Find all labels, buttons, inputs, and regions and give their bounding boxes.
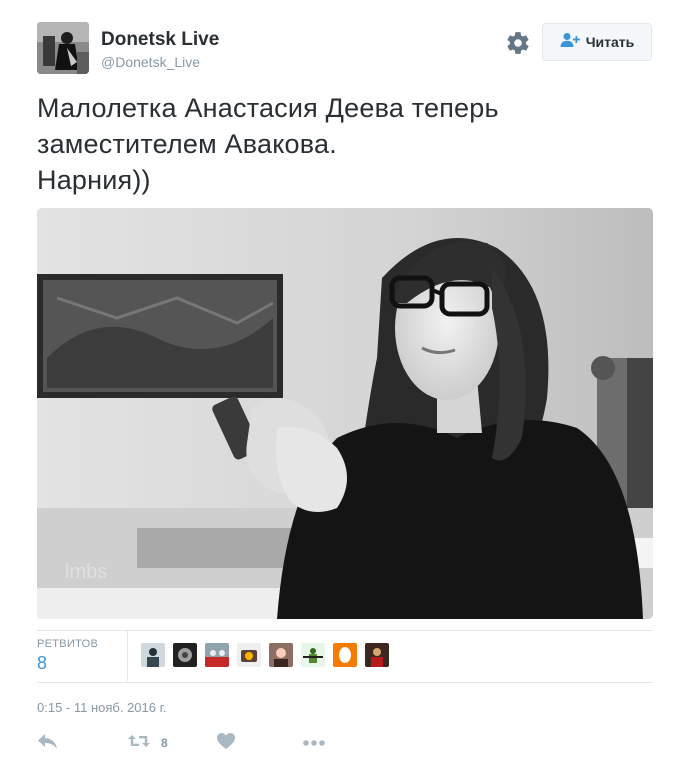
retweeter-avatar[interactable] — [237, 643, 261, 667]
retweets-label: РЕТВИТОВ — [37, 638, 99, 650]
more-icon — [302, 734, 326, 752]
person-add-icon — [560, 32, 580, 53]
retweeter-avatar[interactable] — [205, 643, 229, 667]
like-button[interactable] — [216, 732, 236, 755]
retweeter-avatar[interactable] — [301, 643, 325, 667]
display-name[interactable]: Donetsk Live — [101, 29, 219, 51]
reply-icon — [37, 732, 59, 755]
photo-watermark: lmbs — [65, 561, 107, 583]
tweet-timestamp[interactable]: 0:15 - 11 нояб. 2016 г. — [37, 700, 166, 715]
more-button[interactable] — [302, 733, 326, 753]
screen-name[interactable]: @Donetsk_Live — [101, 54, 200, 70]
tweet-text: Малолетка Анастасия Деева теперь замести… — [37, 93, 499, 195]
retweeter-avatar[interactable] — [141, 643, 165, 667]
retweets-count[interactable]: 8 — [37, 653, 47, 674]
retweeter-avatars — [141, 643, 389, 667]
retweet-icon — [127, 732, 151, 755]
follow-button[interactable]: Читать — [542, 23, 652, 61]
stats-top-divider — [37, 630, 653, 631]
retweet-count: 8 — [161, 736, 168, 750]
retweeter-avatar[interactable] — [269, 643, 293, 667]
retweeter-avatar[interactable] — [173, 643, 197, 667]
reply-button[interactable] — [37, 733, 59, 753]
tweet-photo[interactable]: lmbs — [37, 208, 653, 619]
retweet-button[interactable]: 8 — [127, 733, 168, 753]
heart-icon — [216, 732, 236, 755]
follow-label: Читать — [585, 34, 635, 50]
stats-separator — [127, 631, 128, 681]
retweeter-avatar[interactable] — [333, 643, 357, 667]
stats-bottom-divider — [37, 682, 653, 683]
avatar[interactable] — [37, 22, 89, 74]
gear-icon[interactable] — [505, 30, 531, 56]
retweeter-avatar[interactable] — [365, 643, 389, 667]
